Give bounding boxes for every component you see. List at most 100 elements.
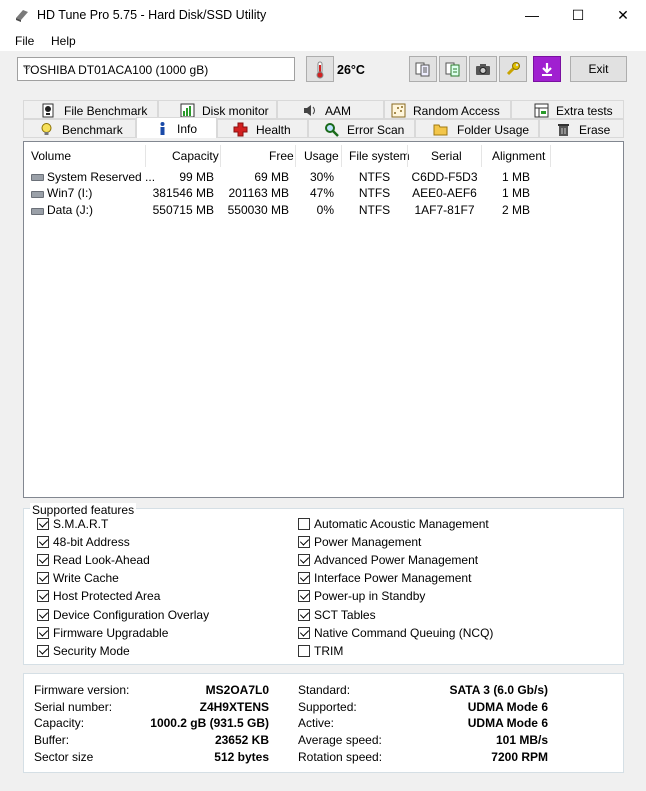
folder-icon <box>433 124 448 136</box>
menu-help[interactable]: Help <box>51 34 76 48</box>
tab-aam[interactable]: AAM <box>277 100 384 119</box>
tab-label: Random Access <box>413 104 500 118</box>
tab-benchmark[interactable]: Benchmark <box>23 119 136 138</box>
feature-label: Advanced Power Management <box>314 553 479 568</box>
maximize-button[interactable]: ☐ <box>555 0 601 31</box>
column-serial[interactable]: Serial <box>431 149 462 163</box>
feature-label: Power Management <box>314 535 422 550</box>
info-value: MS2OA7L0 <box>205 683 269 697</box>
info-value: Z4H9XTENS <box>199 699 269 714</box>
tab-error-scan[interactable]: Error Scan <box>308 119 415 138</box>
minimize-icon: — <box>525 7 539 23</box>
table-row[interactable]: Data (J:) 550715 MB 550030 MB 0% NTFS 1A… <box>24 203 623 220</box>
info-label: Rotation speed: <box>298 749 383 764</box>
feature-label: Security Mode <box>53 643 130 658</box>
info-label: Serial number: <box>34 699 113 714</box>
feature-checkbox[interactable] <box>37 554 49 567</box>
info-value: 512 bytes <box>214 749 269 764</box>
tab-label: Extra tests <box>556 104 613 118</box>
supported-features-title: Supported features <box>30 503 137 517</box>
maximize-icon: ☐ <box>571 7 585 23</box>
title-bar: HD Tune Pro 5.75 - Hard Disk/SSD Utility… <box>0 0 646 31</box>
minimize-button[interactable]: — <box>509 0 555 31</box>
file-benchmark-icon <box>42 103 54 118</box>
column-usage[interactable]: Usage <box>304 149 339 163</box>
feature-checkbox[interactable] <box>37 608 49 621</box>
health-cross-icon <box>233 122 248 137</box>
info-value: 7200 RPM <box>491 749 548 764</box>
column-volume[interactable]: Volume <box>31 149 71 163</box>
feature-checkbox[interactable] <box>37 518 49 530</box>
close-icon: ✕ <box>617 7 629 23</box>
tab-extra-tests[interactable]: Extra tests <box>511 100 624 119</box>
column-file-system[interactable]: File system <box>349 149 410 163</box>
screenshot-button[interactable] <box>469 56 497 82</box>
feature-label: Read Look-Ahead <box>53 553 150 568</box>
volume-capacity: 381546 MB <box>152 186 214 200</box>
volume-capacity: 550715 MB <box>152 203 214 217</box>
lightbulb-icon <box>41 123 52 135</box>
feature-checkbox[interactable] <box>298 572 310 585</box>
volume-serial: 1AF7-81F7 <box>414 203 475 217</box>
volume-filesystem: NTFS <box>358 170 391 184</box>
info-label: Average speed: <box>298 733 382 748</box>
feature-checkbox[interactable] <box>37 590 49 603</box>
volume-usage: 0% <box>316 203 334 217</box>
info-icon <box>160 122 165 135</box>
info-value: UDMA Mode 6 <box>467 716 548 731</box>
menu-file[interactable]: File <box>15 34 34 48</box>
feature-checkbox[interactable] <box>37 536 49 549</box>
volume-alignment: 2 MB <box>501 203 530 217</box>
close-button[interactable]: ✕ <box>600 0 646 31</box>
copy-text-button[interactable] <box>409 56 437 82</box>
clipboard-icon <box>445 62 460 77</box>
feature-label: SCT Tables <box>314 607 376 622</box>
feature-checkbox[interactable] <box>298 554 310 567</box>
info-label: Capacity: <box>34 716 85 731</box>
app-icon <box>16 10 28 22</box>
tab-erase[interactable]: Erase <box>539 119 624 138</box>
tab-random-access[interactable]: Random Access <box>384 100 511 119</box>
volume-list[interactable]: Volume Capacity Free Usage File system S… <box>23 141 624 498</box>
feature-label: Firmware Upgradable <box>53 625 169 640</box>
chevron-down-icon: ⌵ <box>23 61 32 73</box>
column-free[interactable]: Free <box>269 149 294 163</box>
column-capacity[interactable]: Capacity <box>172 149 219 163</box>
info-label: Supported: <box>298 699 357 714</box>
feature-checkbox[interactable] <box>298 626 310 639</box>
tab-health[interactable]: Health <box>217 119 308 138</box>
info-label: Firmware version: <box>34 683 130 697</box>
feature-label: Write Cache <box>53 571 119 586</box>
extra-tests-icon <box>534 103 549 118</box>
table-row[interactable]: System Reserved ... 99 MB 69 MB 30% NTFS… <box>24 169 623 186</box>
volume-capacity: 99 MB <box>179 170 214 184</box>
thermometer-icon <box>316 61 324 79</box>
feature-checkbox[interactable] <box>298 644 310 657</box>
feature-checkbox[interactable] <box>298 536 310 549</box>
feature-checkbox[interactable] <box>298 608 310 621</box>
temperature-button[interactable] <box>306 56 334 82</box>
table-row[interactable]: Win7 (I:) 381546 MB 201163 MB 47% NTFS A… <box>24 186 623 203</box>
feature-checkbox[interactable] <box>37 644 49 657</box>
feature-checkbox[interactable] <box>37 626 49 639</box>
column-alignment[interactable]: Alignment <box>492 149 545 163</box>
save-button[interactable] <box>533 56 561 82</box>
drive-select[interactable]: TOSHIBA DT01ACA100 (1000 gB) ⌵ <box>17 57 295 81</box>
arrow-down-icon <box>542 63 552 76</box>
window-title: HD Tune Pro 5.75 - Hard Disk/SSD Utility <box>37 8 267 22</box>
feature-checkbox[interactable] <box>37 572 49 585</box>
info-value: UDMA Mode 6 <box>467 699 548 714</box>
tab-info[interactable]: Info <box>136 117 217 138</box>
exit-button[interactable]: Exit <box>570 56 627 82</box>
feature-label: Native Command Queuing (NCQ) <box>314 625 494 640</box>
tab-label: File Benchmark <box>64 104 148 118</box>
volume-filesystem: NTFS <box>358 203 391 217</box>
copy-all-button[interactable] <box>439 56 467 82</box>
tab-folder-usage[interactable]: Folder Usage <box>415 119 539 138</box>
options-button[interactable] <box>499 56 527 82</box>
volume-usage: 30% <box>309 170 334 184</box>
drive-icon <box>31 191 44 198</box>
feature-checkbox[interactable] <box>298 518 310 530</box>
info-label: Standard: <box>298 683 351 697</box>
feature-checkbox[interactable] <box>298 590 310 603</box>
